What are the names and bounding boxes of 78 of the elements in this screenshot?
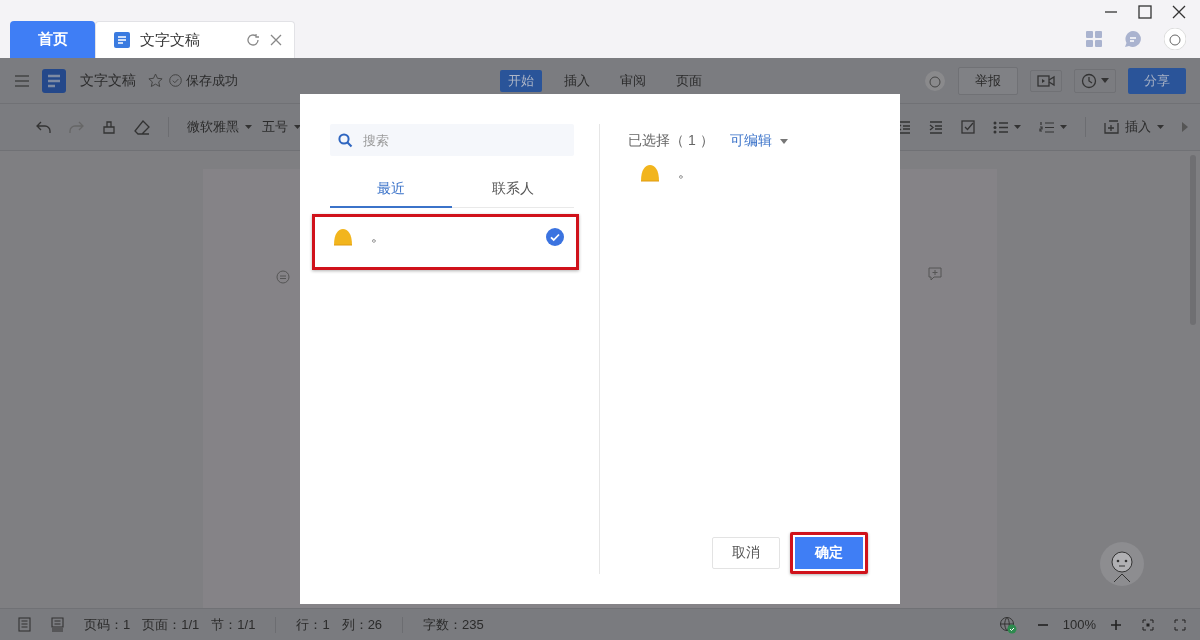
avatar-icon <box>333 228 353 246</box>
eraser-icon[interactable] <box>134 119 150 135</box>
ribbon-tab[interactable]: 页面 <box>668 70 710 92</box>
zoom-level: 100% <box>1062 617 1096 632</box>
fit-page-icon[interactable] <box>1142 618 1154 631</box>
contact-row[interactable]: 。 <box>312 214 579 270</box>
undo-icon[interactable] <box>36 120 51 134</box>
maximize-icon[interactable] <box>1138 4 1152 20</box>
caret-icon <box>1060 125 1067 129</box>
document-tab[interactable]: 文字文稿 <box>95 21 295 58</box>
close-icon[interactable] <box>1172 4 1186 20</box>
checkbox-icon[interactable] <box>961 120 975 134</box>
add-comment-icon[interactable] <box>928 267 942 281</box>
menu-icon[interactable] <box>14 73 30 88</box>
status-text: 行：1 <box>296 615 330 634</box>
bullet-list-icon <box>993 120 1008 134</box>
insert-dropdown[interactable]: 插入 <box>1104 118 1164 136</box>
ribbon-tab[interactable]: 开始 <box>500 70 542 92</box>
refresh-icon[interactable] <box>246 33 260 47</box>
save-status: 保存成功 <box>186 71 238 90</box>
confirm-button[interactable]: 确定 <box>790 532 868 574</box>
caret-icon <box>294 125 301 129</box>
document-icon <box>114 32 130 48</box>
search-field[interactable]: 搜索 <box>330 124 574 156</box>
numbered-list-button[interactable] <box>1039 120 1067 134</box>
fullscreen-icon[interactable] <box>1174 618 1186 631</box>
caret-icon <box>245 125 252 129</box>
mascot-icon[interactable] <box>1100 542 1144 586</box>
font-size-dropdown[interactable]: 五号 <box>262 118 301 136</box>
avatar-icon[interactable] <box>1164 28 1186 50</box>
bullet-list-button[interactable] <box>993 120 1021 134</box>
outdent-icon[interactable] <box>897 120 911 134</box>
scroll-right-icon[interactable] <box>1182 122 1188 132</box>
format-painter-icon[interactable] <box>102 119 116 135</box>
video-button[interactable] <box>1030 69 1062 92</box>
document-title: 文字文稿 <box>80 71 136 90</box>
permission-dropdown[interactable]: 可编辑 <box>729 132 788 150</box>
clock-icon <box>1081 72 1097 89</box>
outline-view-icon[interactable] <box>18 617 31 632</box>
document-icon <box>42 68 66 93</box>
check-circle-icon <box>169 74 182 87</box>
comment-icon[interactable] <box>276 270 290 284</box>
avatar-icon[interactable] <box>924 69 946 92</box>
caret-icon <box>779 138 788 144</box>
check-circle-icon[interactable] <box>546 228 564 246</box>
caret-icon <box>1014 125 1021 129</box>
avatar-icon <box>640 164 660 182</box>
insert-icon <box>1104 120 1119 134</box>
caret-icon <box>1101 78 1109 83</box>
selected-count: 已选择（ 1 ） <box>628 132 714 150</box>
ribbon-tab[interactable]: 插入 <box>556 70 598 92</box>
page-view-icon[interactable] <box>51 617 64 632</box>
globe-check-icon[interactable] <box>998 615 1017 634</box>
dialog-tab[interactable]: 联系人 <box>452 168 574 208</box>
chat-icon[interactable] <box>1124 30 1142 48</box>
status-text: 节：1/1 <box>211 615 256 634</box>
zoom-in-icon[interactable] <box>1110 618 1122 631</box>
status-text: 字数：235 <box>423 615 484 634</box>
cancel-button[interactable]: 取消 <box>712 537 780 569</box>
status-text: 列：26 <box>341 615 383 634</box>
star-icon[interactable] <box>148 73 163 88</box>
ribbon-tab[interactable]: 审阅 <box>612 70 654 92</box>
numbered-list-icon <box>1039 120 1054 134</box>
indent-icon[interactable] <box>929 120 943 134</box>
selected-person-name: 。 <box>678 164 692 182</box>
caret-icon <box>1157 125 1164 129</box>
font-dropdown[interactable]: 微软雅黑 <box>187 118 252 136</box>
tab-label: 文字文稿 <box>140 30 201 50</box>
dialog-tab[interactable]: 最近 <box>330 168 452 208</box>
status-text: 页面：1/1 <box>142 615 200 634</box>
report-button[interactable]: 举报 <box>958 66 1018 95</box>
grid-icon[interactable] <box>1086 31 1102 47</box>
home-tab[interactable]: 首页 <box>10 21 95 58</box>
video-camera-icon <box>1037 73 1055 88</box>
status-text: 页码：1 <box>84 615 131 634</box>
contact-name: 。 <box>371 228 386 246</box>
share-button[interactable]: 分享 <box>1128 67 1186 94</box>
history-button[interactable] <box>1074 68 1116 93</box>
